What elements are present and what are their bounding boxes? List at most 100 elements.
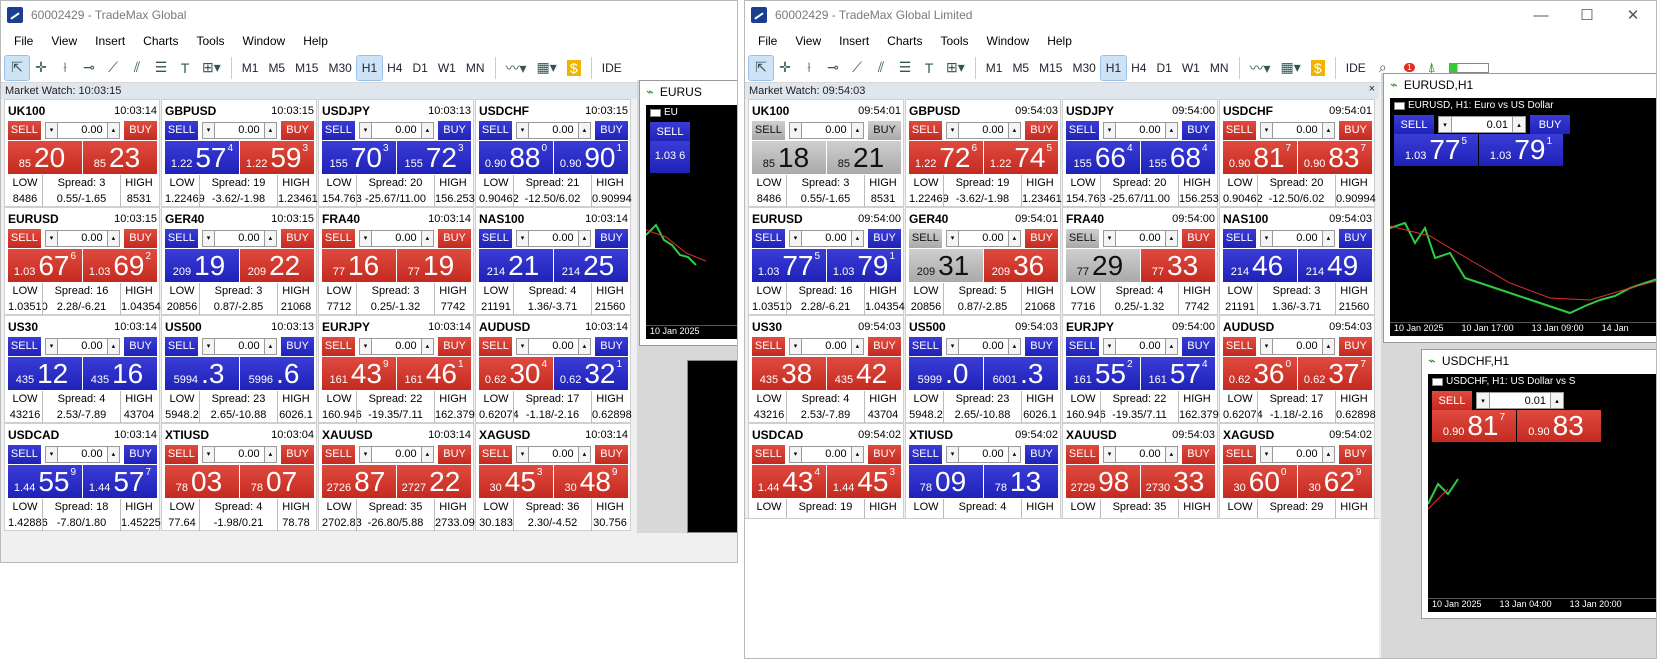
lot-input[interactable]: 0.00	[215, 445, 264, 463]
sell-price[interactable]: 30 45 3	[479, 465, 553, 498]
lot-up-icon[interactable]: ▴	[1164, 445, 1179, 463]
quote-tile-fra40[interactable]: FRA40 10:03:14 SELL ▾ 0.00 ▴ BUY 77 16 77 19 LOW Spr…	[318, 207, 474, 315]
lot-down-icon[interactable]: ▾	[44, 121, 59, 139]
lot-input[interactable]: 0.00	[215, 337, 264, 355]
quote-tile-usdjpy[interactable]: USDJPY 10:03:13 SELL ▾ 0.00 ▴ BUY 155 70 3 155 72 3 L…	[318, 99, 475, 207]
cursor-tool-icon[interactable]: ⇱	[748, 54, 774, 81]
lot-input[interactable]: 0.00	[215, 121, 264, 139]
sell-button[interactable]: SELL	[1223, 120, 1256, 140]
sell-price[interactable]: 214 46	[1223, 249, 1297, 282]
sell-button[interactable]: SELL	[165, 120, 198, 140]
lot-up-icon[interactable]: ▴	[106, 445, 121, 463]
menu-window[interactable]: Window	[234, 34, 295, 48]
buy-button[interactable]: BUY	[1025, 444, 1058, 464]
lot-input[interactable]: 0.00	[529, 337, 578, 355]
sell-button[interactable]: SELL	[322, 120, 355, 140]
sell-price[interactable]: 161 55 2	[1066, 357, 1140, 390]
buy-button[interactable]: BUY	[281, 120, 314, 140]
sell-button[interactable]: SELL	[322, 228, 355, 248]
buy-button[interactable]: BUY	[1339, 336, 1372, 356]
lot-input[interactable]: 0.00	[215, 229, 264, 247]
lot-input[interactable]: 0.00	[959, 445, 1008, 463]
sell-button[interactable]: SELL	[752, 120, 785, 140]
lot-input[interactable]: 0.00	[1116, 229, 1165, 247]
menu-charts[interactable]: Charts	[878, 34, 931, 48]
lot-input[interactable]: 0.00	[1273, 121, 1322, 139]
buy-button[interactable]: BUY	[868, 228, 901, 248]
tf-mn[interactable]: MN	[461, 56, 490, 80]
lot-input[interactable]: 0.00	[529, 445, 578, 463]
buy-button[interactable]: BUY	[281, 228, 314, 248]
tf-h4[interactable]: H4	[382, 56, 407, 80]
lot-up-icon[interactable]: ▴	[577, 337, 592, 355]
sell-price[interactable]: 1.22 57 4	[165, 141, 239, 174]
sell-button[interactable]: SELL	[1223, 228, 1256, 248]
lot-input[interactable]: 0.00	[529, 229, 578, 247]
quote-tile-usdchf[interactable]: USDCHF 09:54:01 SELL ▾ 0.00 ▴ BUY 0.90 81 7 0.90 83…	[1219, 99, 1376, 207]
templates-icon[interactable]: ▦▾	[532, 56, 562, 80]
lot-down-icon[interactable]: ▾	[515, 229, 530, 247]
lot-down-icon[interactable]: ▾	[1102, 229, 1117, 247]
menu-file[interactable]: File	[5, 34, 42, 48]
lot-up-icon[interactable]: ▴	[420, 229, 435, 247]
quote-tile-usdcad[interactable]: USDCAD 09:54:02 SELL ▾ 0.00 ▴ BUY 1.44 43 4 1.44 45…	[748, 423, 905, 531]
menu-view[interactable]: View	[786, 34, 830, 48]
lot-down-icon[interactable]: ▾	[358, 337, 373, 355]
quote-tile-eurusd[interactable]: EURUSD 09:54:00 SELL ▾ 0.00 ▴ BUY 1.03 77 5 1.03 79…	[748, 207, 905, 315]
buy-price[interactable]: 214 25	[554, 249, 628, 282]
lot-input[interactable]: 0.00	[802, 121, 851, 139]
ide-button[interactable]: IDE	[1341, 56, 1371, 80]
sell-price[interactable]: 209 31	[909, 249, 983, 282]
lot-down-icon[interactable]: ▾	[945, 445, 960, 463]
lot-up-icon[interactable]: ▴	[420, 445, 435, 463]
lot-down-icon[interactable]: ▾	[945, 337, 960, 355]
lot-input[interactable]: 0.00	[372, 337, 421, 355]
buy-price[interactable]: 0.62 37 7	[1298, 357, 1372, 390]
buy-price[interactable]: 30 48 9	[554, 465, 628, 498]
sell-button[interactable]: SELL	[1066, 444, 1099, 464]
tf-m1[interactable]: M1	[981, 56, 1008, 80]
tf-m30[interactable]: M30	[1067, 56, 1100, 80]
tf-h1[interactable]: H1	[355, 54, 384, 81]
buy-button[interactable]: BUY	[1339, 444, 1372, 464]
menu-insert[interactable]: Insert	[86, 34, 134, 48]
sell-button[interactable]: SELL	[1066, 336, 1099, 356]
vertical-line-icon[interactable]: ⟊	[797, 56, 821, 80]
buy-button[interactable]: BUY	[124, 120, 157, 140]
quote-tile-usdchf[interactable]: USDCHF 10:03:15 SELL ▾ 0.00 ▴ BUY 0.90 88 0 0.90 90…	[475, 99, 632, 207]
lot-down-icon[interactable]: ▾	[44, 445, 59, 463]
quote-tile-eurusd[interactable]: EURUSD 10:03:15 SELL ▾ 0.00 ▴ BUY 1.03 67 6 1.03 69…	[4, 207, 161, 315]
sell-price[interactable]: 78 03	[165, 465, 239, 498]
lot-down-icon[interactable]: ▾	[1438, 116, 1452, 133]
lot-down-icon[interactable]: ▾	[788, 229, 803, 247]
trendline-icon[interactable]: ⟋	[845, 56, 869, 80]
sell-price[interactable]: 0.62 30 4	[479, 357, 553, 390]
buy-button[interactable]: BUY	[868, 336, 901, 356]
sell-button[interactable]: SELL	[479, 336, 512, 356]
tf-h4[interactable]: H4	[1126, 56, 1151, 80]
lot-input[interactable]: 0.01	[1452, 116, 1512, 133]
lot-down-icon[interactable]: ▾	[1259, 337, 1274, 355]
lot-input[interactable]: 0.00	[58, 337, 107, 355]
lot-up-icon[interactable]: ▴	[1321, 229, 1336, 247]
channel-icon[interactable]: ⫽	[125, 56, 149, 80]
second-chart-window[interactable]	[687, 360, 737, 533]
lot-up-icon[interactable]: ▴	[1007, 121, 1022, 139]
lot-up-icon[interactable]: ▴	[577, 445, 592, 463]
buy-button[interactable]: BUY	[124, 228, 157, 248]
chart-sell-button[interactable]: SELL	[1394, 115, 1434, 134]
quote-tile-us30[interactable]: US30 10:03:14 SELL ▾ 0.00 ▴ BUY 435 12 435 16 LOW Sp…	[4, 315, 160, 423]
lot-input[interactable]: 0.00	[802, 337, 851, 355]
lot-down-icon[interactable]: ▾	[1102, 121, 1117, 139]
sell-button[interactable]: SELL	[322, 336, 355, 356]
buy-price[interactable]: 2727 22	[397, 465, 471, 498]
quote-tile-xtiusd[interactable]: XTIUSD 10:03:04 SELL ▾ 0.00 ▴ BUY 78 03 78 07 LOW Sp…	[161, 423, 317, 531]
sell-price[interactable]: 77 16	[322, 249, 396, 282]
buy-price[interactable]: 209 22	[240, 249, 314, 282]
tf-h1[interactable]: H1	[1099, 54, 1128, 81]
sell-button[interactable]: SELL	[479, 444, 512, 464]
lot-up-icon[interactable]: ▴	[263, 229, 278, 247]
quote-tile-nas100[interactable]: NAS100 10:03:14 SELL ▾ 0.00 ▴ BUY 214 21 214 25 LOW…	[475, 207, 631, 315]
quote-tile-fra40[interactable]: FRA40 09:54:00 SELL ▾ 0.00 ▴ BUY 77 29 77 33 LOW Spr…	[1062, 207, 1218, 315]
buy-button[interactable]: BUY	[595, 120, 628, 140]
